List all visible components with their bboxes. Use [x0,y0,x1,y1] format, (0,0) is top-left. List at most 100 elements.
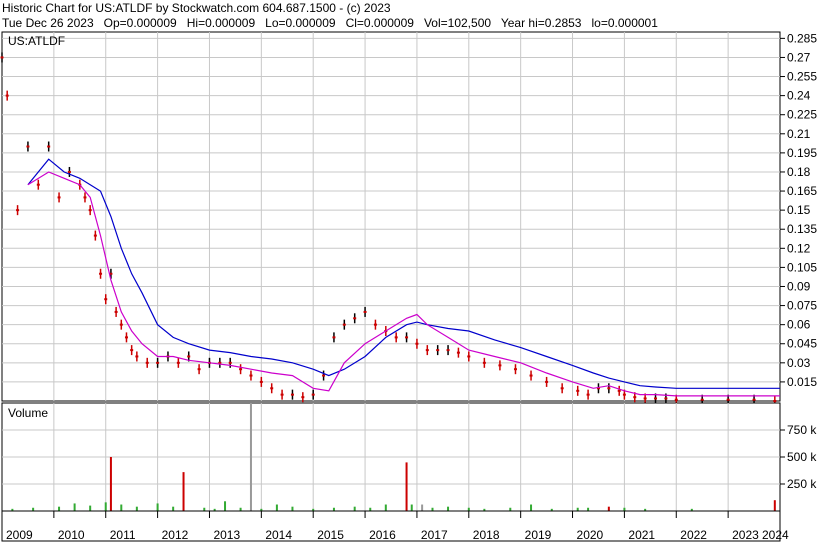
volume-bar [275,504,278,511]
price-point [124,336,128,339]
price-point [498,364,502,367]
price-point [674,398,678,401]
price-point [239,368,243,371]
volume-bar [530,504,533,511]
price-point [513,368,517,371]
price-point [425,349,429,352]
price-point [135,355,139,358]
price-point [405,336,409,339]
price-point [114,310,118,313]
y-tick-label: 0.12 [787,241,811,255]
y-tick-label: 0.255 [787,70,817,84]
volume-bar [73,503,76,511]
price-point [197,368,201,371]
price-point [57,196,61,199]
volume-bar [156,503,159,511]
price-point [773,399,777,402]
price-point [415,342,419,345]
price-point [26,145,30,148]
price-point [5,94,9,97]
price-point [301,396,305,399]
volume-bar [353,506,356,511]
price-point [47,145,51,148]
x-tick-label: 2010 [58,528,85,542]
price-point [342,323,346,326]
volume-bar [384,504,387,511]
x-tick-label: 2014 [265,528,292,542]
price-point [617,389,621,392]
y-tick-label: 0.165 [787,184,817,198]
x-tick-label: 2011 [110,528,136,542]
y-tick-label: 0.15 [787,203,811,217]
volume-panel: 750 k 500 k 250 k Volume [1,402,817,512]
price-point [643,397,647,400]
y-tick-label: 250 k [787,477,817,491]
x-tick-label: 2022 [680,528,707,542]
y-tick-label: 0.24 [787,89,811,103]
volume-bar [421,504,424,511]
price-point [187,355,191,358]
volume-bar [58,506,61,511]
price-point [0,56,4,59]
volume-label: Volume [8,406,48,420]
price-point [482,361,486,364]
volume-bar [89,505,92,511]
price-point [467,355,471,358]
x-tick-label: 2012 [162,528,189,542]
price-point [332,336,336,339]
price-point [633,396,637,399]
volume-bar [120,504,123,511]
price-point [270,387,274,390]
y-tick-label: 0.075 [787,299,817,313]
price-point [311,393,315,396]
price-point [280,393,284,396]
volume-bar [135,506,138,511]
y-tick-label: 0.09 [787,279,811,293]
price-point [545,380,549,383]
volume-bar [104,502,107,511]
y-tick-label: 750 k [787,423,817,437]
price-point [228,361,232,364]
y-tick-label: 0.285 [787,31,817,45]
price-point [99,272,103,275]
volume-bar [447,506,450,511]
price-point [394,336,398,339]
y-tick-label: 0.045 [787,337,817,351]
y-tick-label: 0.21 [787,127,811,141]
volume-bar [224,501,227,511]
price-point [654,397,658,400]
volume-bar [109,457,112,511]
x-tick-label: 2015 [317,528,344,542]
price-y-axis: 0.285 0.27 0.255 0.24 0.225 0.21 0.195 0.18 0.16… [780,31,817,389]
price-point [664,397,668,400]
price-point [104,298,108,301]
price-point [607,387,611,390]
price-point [290,393,294,396]
price-point [259,380,263,383]
x-tick-label: 2024 [762,528,789,542]
x-tick-label: 2021 [628,528,655,542]
y-tick-label: 0.03 [787,356,811,370]
x-axis: 2009 2010 2011 2012 2013 2014 2015 2016 2017 2018… [1,510,789,542]
y-tick-label: 0.105 [787,260,817,274]
price-point [176,361,180,364]
price-point [16,209,20,212]
x-tick-label: 2020 [577,528,604,542]
price-point [353,317,357,320]
price-point [586,393,590,396]
price-point [373,323,377,326]
x-tick-label: 2009 [6,528,33,542]
x-tick-label: 2016 [369,528,396,542]
volume-bar [773,500,776,511]
y-tick-label: 0.195 [787,146,817,160]
price-panel: 0.285 0.27 0.255 0.24 0.225 0.21 0.195 0.18 0.16… [0,31,817,406]
price-point [456,351,460,354]
volume-bar [405,462,408,511]
x-tick-label: 2017 [421,528,448,542]
x-tick-label: 2013 [213,528,240,542]
price-point [145,361,149,364]
y-tick-label: 0.225 [787,108,817,122]
price-point [130,349,134,352]
volume-bar [607,506,610,511]
price-panel-frame [1,31,781,402]
